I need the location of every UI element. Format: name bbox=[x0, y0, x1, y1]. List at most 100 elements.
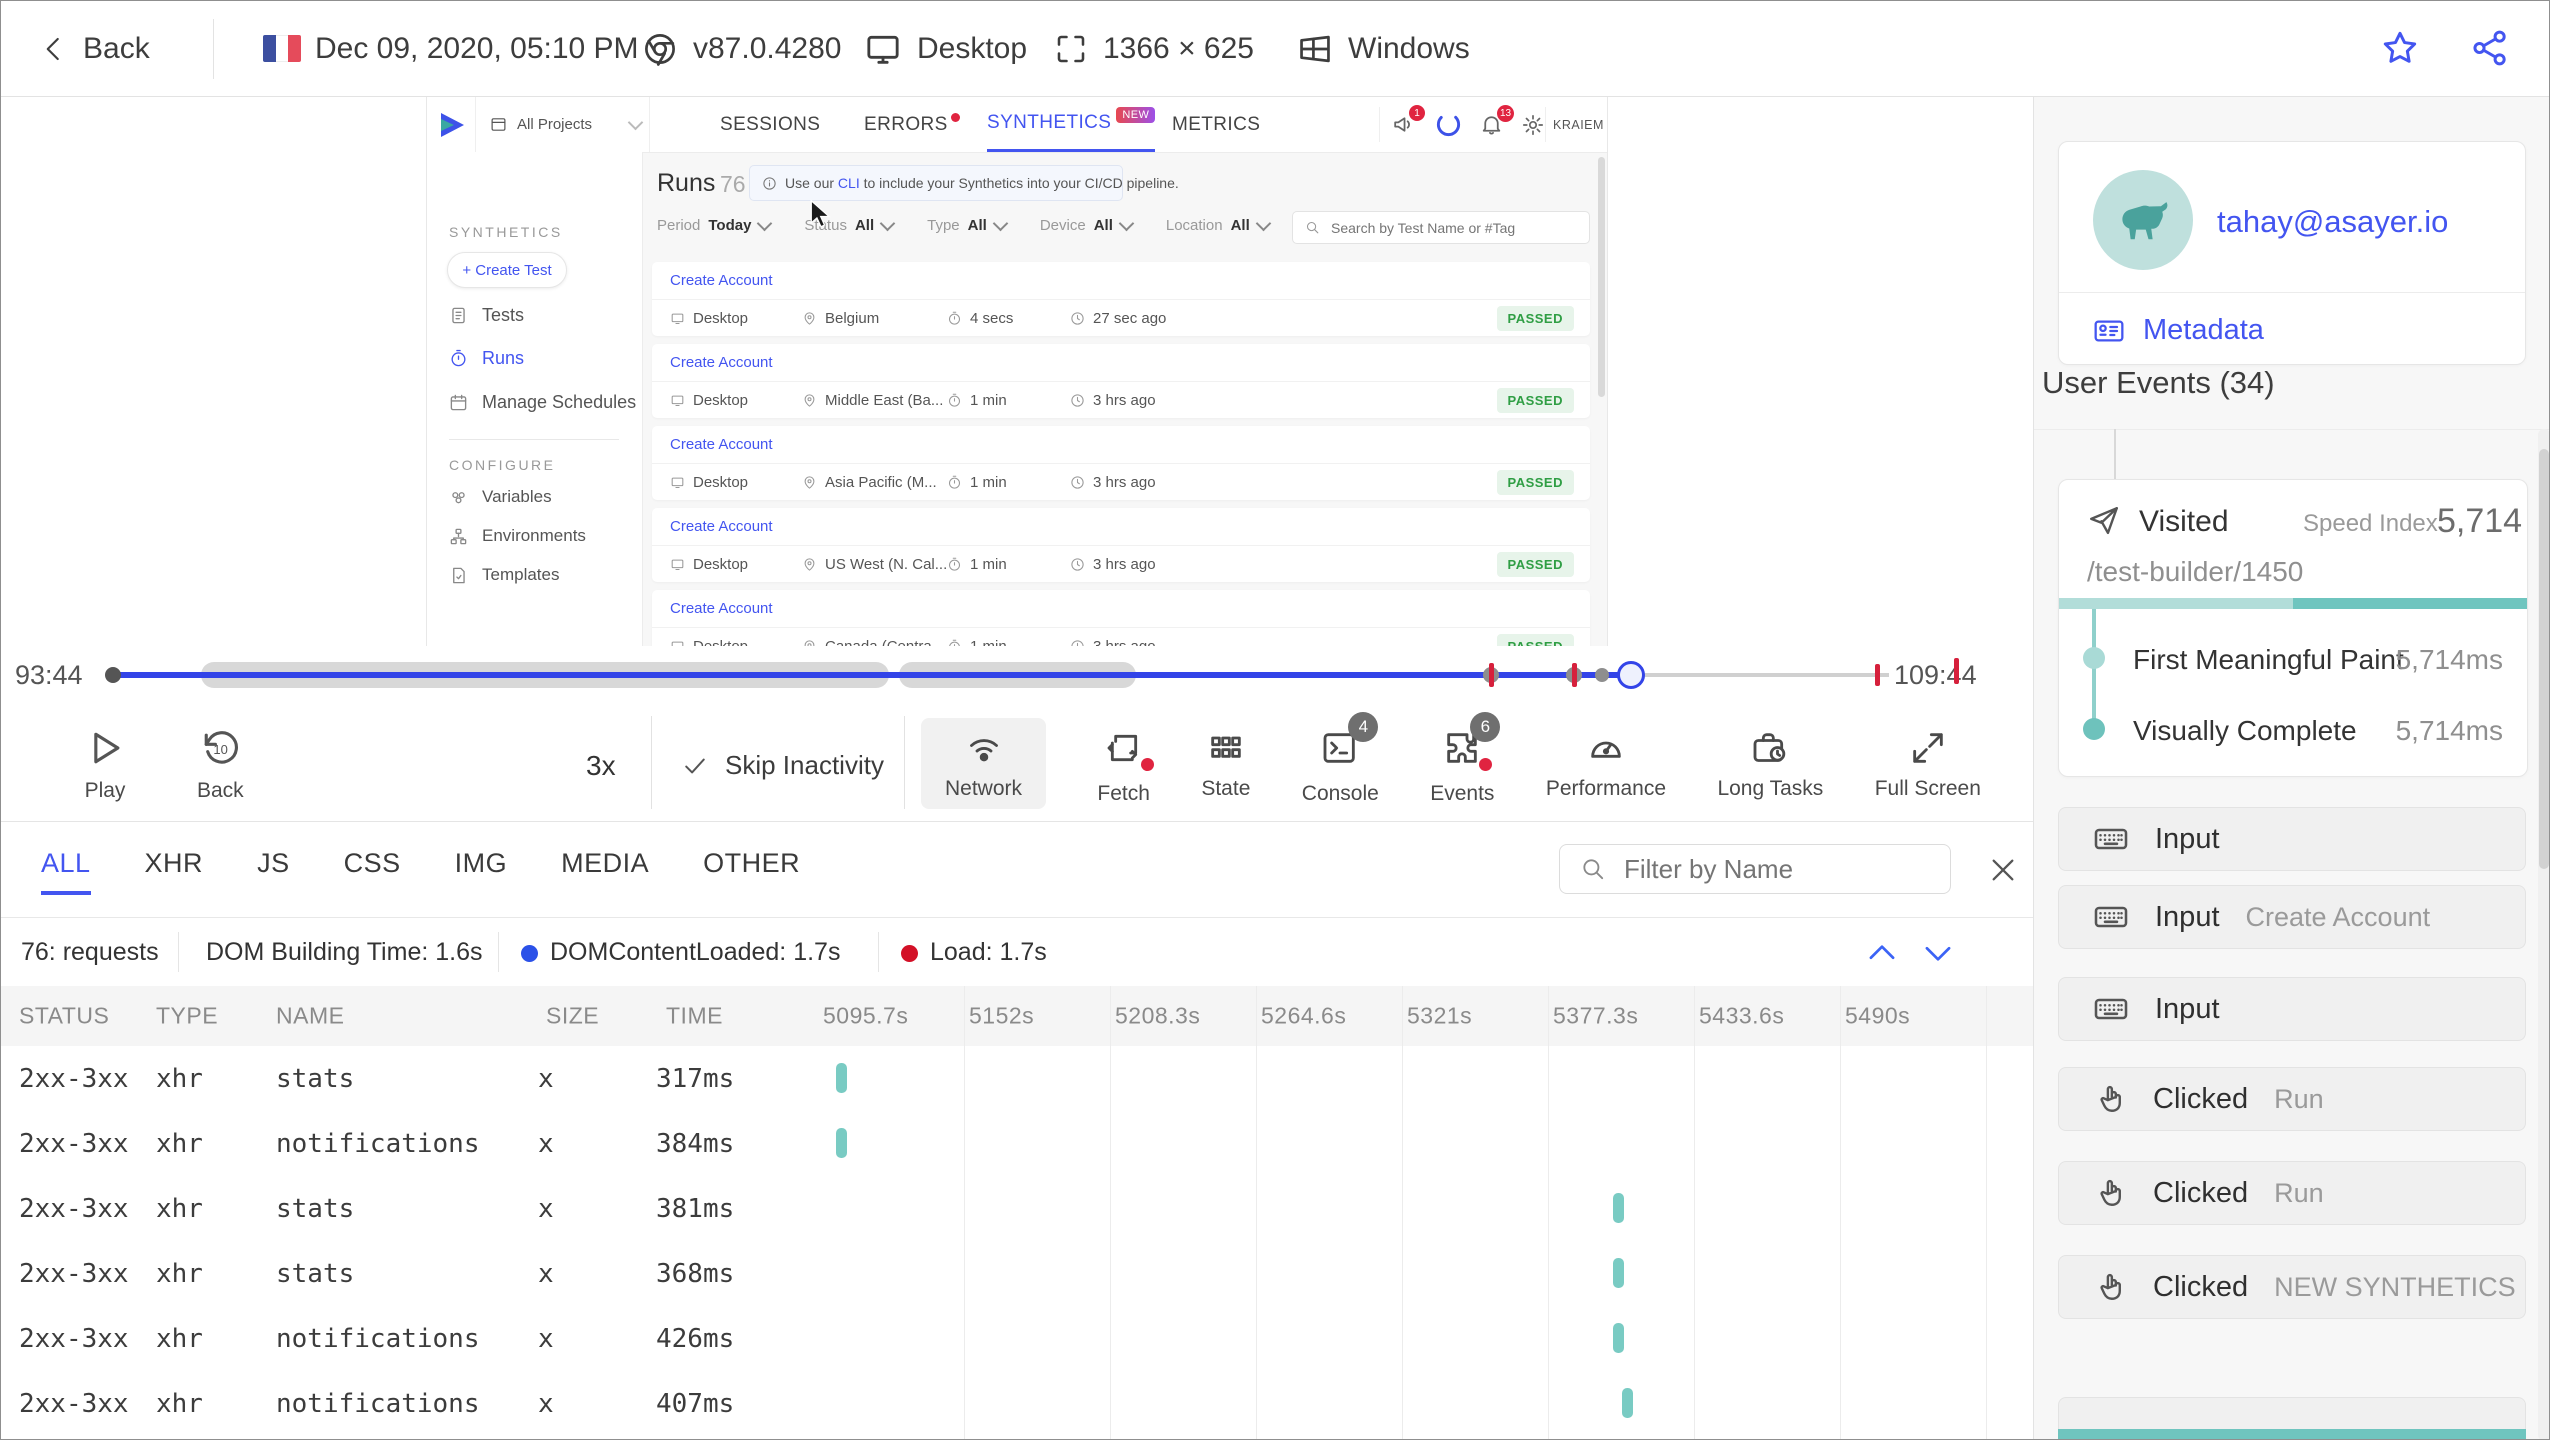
network-panel-button[interactable]: Network bbox=[921, 718, 1047, 809]
sidebar-item-tests: Tests bbox=[449, 305, 524, 326]
network-request-row[interactable]: 2xx-3xx xhr notifications x 384ms bbox=[1, 1111, 2033, 1176]
network-tabs: ALL XHR JS CSS IMG MEDIA OTHER bbox=[41, 848, 800, 895]
click-hand-icon bbox=[2100, 1273, 2121, 1300]
filter-type: Type All bbox=[927, 215, 1009, 234]
os-info: Windows bbox=[1296, 1, 1470, 96]
event-item-clicked[interactable]: Clicked NEW SYNTHETICS bbox=[2058, 1255, 2526, 1319]
network-request-row[interactable]: 2xx-3xx xhr stats x 368ms bbox=[1, 1241, 2033, 1306]
card-divider bbox=[2059, 292, 2525, 293]
metadata-button[interactable]: Metadata bbox=[2093, 314, 2264, 347]
metric-dot-fmp bbox=[2083, 647, 2105, 669]
vc-label: Visually Complete bbox=[2133, 715, 2357, 746]
status-badge: PASSED bbox=[1496, 552, 1574, 577]
dom-content-loaded: DOMContentLoaded: 1.7s bbox=[521, 938, 840, 967]
templates-icon bbox=[453, 567, 465, 583]
run-name-link: Create Account bbox=[670, 600, 773, 617]
gauge-icon bbox=[1591, 741, 1621, 758]
sidebar-item-manage-schedules: Manage Schedules bbox=[449, 392, 636, 413]
error-marker bbox=[1875, 664, 1880, 686]
avatar bbox=[2093, 170, 2193, 270]
speed-bar-dark bbox=[2293, 598, 2527, 609]
fetch-panel-button[interactable]: Fetch bbox=[1097, 718, 1154, 806]
events-divider bbox=[2034, 429, 2549, 430]
visited-event-card[interactable]: Visited Speed Index 5,714 /test-builder/… bbox=[2058, 479, 2528, 777]
network-request-row[interactable]: 2xx-3xx xhr notifications x 426ms bbox=[1, 1306, 2033, 1371]
state-grid-icon bbox=[1211, 736, 1241, 758]
event-item-clicked[interactable]: Clicked Run bbox=[2058, 1161, 2526, 1225]
device-icon bbox=[671, 313, 684, 325]
sidebar-scrollbar-track[interactable] bbox=[2538, 429, 2549, 1439]
play-button[interactable]: Play bbox=[83, 726, 127, 803]
back-button[interactable]: Back bbox=[39, 1, 150, 96]
chevron-down-icon bbox=[992, 215, 1009, 232]
favorite-button[interactable] bbox=[2379, 27, 2421, 74]
click-hand-icon bbox=[2100, 1179, 2121, 1206]
keyboard-icon bbox=[2094, 998, 2128, 1020]
device-label: Desktop bbox=[917, 31, 1028, 65]
jump-down-icon[interactable] bbox=[1919, 934, 1957, 972]
performance-panel-button[interactable]: Performance bbox=[1546, 718, 1666, 801]
country-flag-icon bbox=[263, 35, 301, 62]
runs-filters: Period Today Status All Type All Device All … bbox=[657, 215, 1272, 234]
event-item-clicked[interactable]: Clicked Run bbox=[2058, 1067, 2526, 1131]
replay-app-sidebar: SYNTHETICS + Create Test Tests Runs Mana… bbox=[427, 152, 643, 646]
event-item-input[interactable]: Input bbox=[2058, 977, 2526, 1041]
new-badge: NEW bbox=[1116, 107, 1156, 123]
sidebar-scrollbar-thumb[interactable] bbox=[2539, 449, 2549, 869]
user-email-link[interactable]: tahay@asayer.io bbox=[2217, 204, 2448, 240]
speed-index-label: Speed Index bbox=[2303, 510, 2438, 537]
timeline-handle[interactable] bbox=[1617, 661, 1645, 689]
os-label: Windows bbox=[1348, 31, 1470, 65]
resolution-label: 1366 × 625 bbox=[1103, 31, 1254, 65]
tab-img[interactable]: IMG bbox=[455, 848, 508, 895]
back-10-button[interactable]: 10 Back bbox=[197, 726, 244, 803]
state-panel-button[interactable]: State bbox=[1201, 718, 1250, 801]
events-panel-button[interactable]: 6 Events bbox=[1430, 712, 1501, 806]
full-screen-button[interactable]: Full Screen bbox=[1875, 718, 1981, 801]
tab-xhr[interactable]: XHR bbox=[145, 848, 204, 895]
network-request-row[interactable]: 2xx-3xx xhr stats x 381ms bbox=[1, 1176, 2033, 1241]
skip-inactivity-toggle[interactable]: Skip Inactivity bbox=[681, 750, 884, 781]
player-timeline: 93:44 109:44 bbox=[1, 646, 2033, 704]
close-panel-icon[interactable] bbox=[1987, 854, 2019, 886]
chevron-down-icon bbox=[757, 215, 773, 232]
speed-toggle[interactable]: 3x bbox=[586, 750, 616, 782]
chevron-down-icon bbox=[1118, 215, 1135, 232]
filter-device: Device All bbox=[1040, 215, 1135, 234]
network-filter-box bbox=[1559, 844, 1951, 894]
tab-media[interactable]: MEDIA bbox=[561, 848, 649, 895]
run-card: Create Account Desktop Middle East (Ba..… bbox=[652, 344, 1590, 418]
timeline-track-played[interactable] bbox=[109, 672, 1631, 678]
keyboard-icon bbox=[2094, 906, 2128, 928]
long-tasks-panel-button[interactable]: Long Tasks bbox=[1717, 718, 1823, 801]
timeline-track-remaining[interactable] bbox=[1631, 673, 1889, 677]
event-item-input[interactable]: Input Create Account bbox=[2058, 885, 2526, 949]
network-request-row[interactable]: 2xx-3xx xhr notifications x 407ms bbox=[1, 1371, 2033, 1436]
sidebar-item-variables: Variables bbox=[449, 487, 552, 507]
keyboard-icon bbox=[2094, 828, 2128, 850]
waterfall-bar bbox=[1613, 1258, 1624, 1288]
network-filter-input[interactable] bbox=[1622, 852, 1930, 886]
player-controls: Play 10 Back 3x Skip Inactivity Network bbox=[1, 704, 2033, 822]
tab-all[interactable]: ALL bbox=[41, 848, 91, 895]
fmp-value: 5,714ms bbox=[2395, 644, 2503, 675]
replay-tab-metrics: METRICS bbox=[1172, 113, 1261, 135]
tab-other[interactable]: OTHER bbox=[703, 848, 800, 895]
network-request-row[interactable]: 2xx-3xx xhr stats x 317ms bbox=[1, 1046, 2033, 1111]
runs-icon bbox=[451, 349, 466, 367]
event-item-input[interactable]: Input bbox=[2058, 807, 2526, 871]
browser-info: v87.0.4280 bbox=[641, 1, 841, 96]
tab-css[interactable]: CSS bbox=[344, 848, 401, 895]
location-pin-icon bbox=[804, 640, 815, 646]
resolution-info: 1366 × 625 bbox=[1053, 1, 1254, 96]
replay-tab-synthetics: SYNTHETICS NEW bbox=[987, 97, 1156, 152]
notifications-bell-icon: 13 bbox=[1479, 105, 1514, 141]
share-button[interactable] bbox=[2469, 27, 2511, 74]
tab-js[interactable]: JS bbox=[257, 848, 290, 895]
console-count-badge: 4 bbox=[1348, 712, 1379, 742]
jump-up-icon[interactable] bbox=[1863, 934, 1901, 972]
clock-icon bbox=[1071, 394, 1084, 407]
replay-stage[interactable]: All Projects SESSIONS ERRORS SYNTHETICS … bbox=[1, 97, 2033, 646]
console-panel-button[interactable]: 4 Console bbox=[1302, 712, 1379, 806]
network-stats-bar: 76: requests DOM Building Time: 1.6s DOM… bbox=[1, 917, 2033, 988]
